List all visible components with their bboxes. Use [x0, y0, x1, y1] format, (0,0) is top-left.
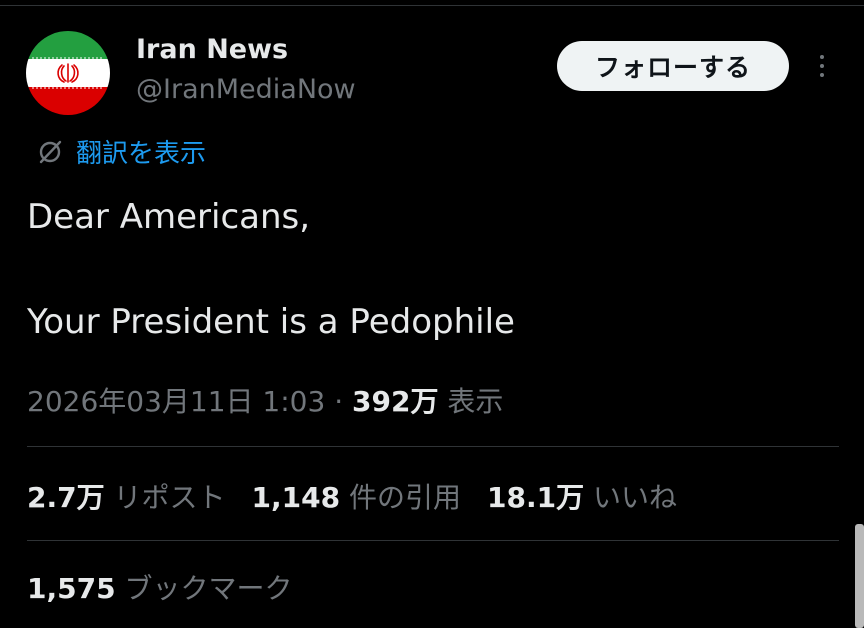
reposts-count: 2.7万 [27, 481, 105, 514]
bookmarks-label: ブックマーク [115, 572, 293, 605]
bookmarks-stat[interactable]: 1,575 ブックマーク [27, 567, 292, 607]
bookmarks-count: 1,575 [27, 572, 116, 605]
scrollbar[interactable] [855, 524, 864, 628]
avatar[interactable] [26, 31, 110, 115]
divider [27, 540, 839, 541]
engagement-stats: 2.7万 リポスト 1,148 件の引用 18.1万 いいね [27, 476, 703, 516]
more-dots-icon[interactable] [810, 50, 834, 82]
globe-icon [39, 140, 62, 163]
top-divider [0, 5, 864, 6]
quotes-stat[interactable]: 1,148 件の引用 [252, 476, 461, 516]
follow-button[interactable]: フォローする [557, 41, 789, 91]
display-name[interactable]: Iran News [136, 34, 288, 65]
likes-count: 18.1万 [487, 481, 585, 514]
iran-flag-icon [26, 31, 110, 115]
reposts-label: リポスト [104, 481, 226, 514]
reposts-stat[interactable]: 2.7万 リポスト [27, 476, 226, 516]
show-translation-label: 翻訳を表示 [76, 139, 207, 169]
divider [27, 446, 839, 447]
quotes-count: 1,148 [251, 481, 341, 514]
likes-stat[interactable]: 18.1万 いいね [487, 476, 677, 516]
tweet-timestamp[interactable]: 2026年03月11日 1:03 [27, 385, 325, 418]
meta-separator: · [325, 385, 352, 418]
quotes-label: 件の引用 [340, 481, 461, 514]
user-handle[interactable]: @IranMediaNow [136, 74, 356, 105]
tweet-text-line-1: Dear Americans, [27, 197, 311, 237]
tweet-meta: 2026年03月11日 1:03 · 392万 表示 [27, 380, 503, 420]
likes-label: いいね [584, 481, 677, 514]
show-translation-link[interactable]: 翻訳を表示 [36, 133, 206, 170]
view-count: 392万 [352, 385, 439, 418]
view-count-label: 表示 [438, 385, 504, 418]
tweet-text-line-2: Your President is a Pedophile [27, 302, 515, 342]
